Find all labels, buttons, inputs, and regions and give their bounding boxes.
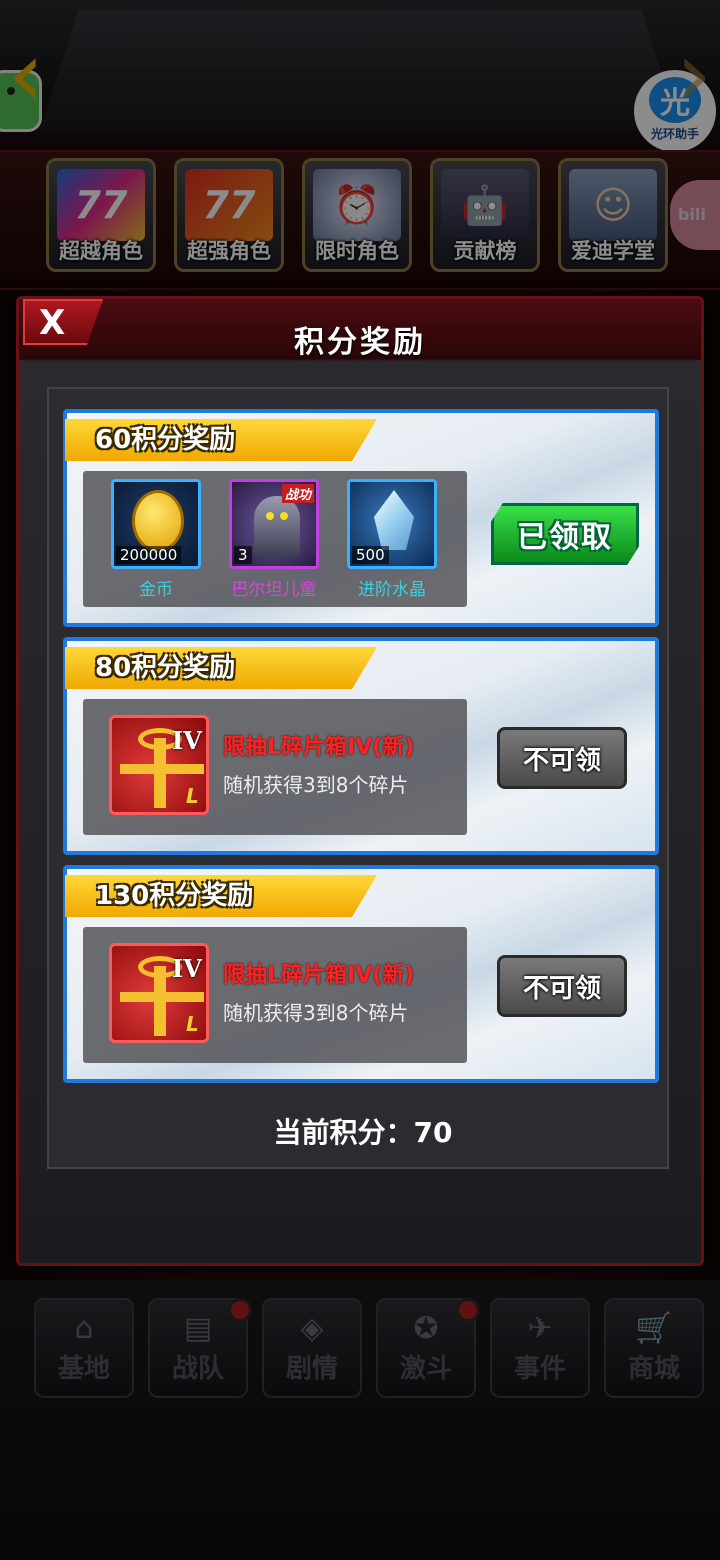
tier-mark: IV — [172, 726, 202, 755]
reward-item-baltan[interactable]: 战功 3 巴尔坦儿童 — [229, 479, 319, 600]
l-mark: L — [186, 784, 199, 808]
claimed-button[interactable]: 已领取 — [491, 503, 639, 565]
item-qty: 3 — [234, 546, 252, 564]
gift-title: 限抽L碎片箱IV(新) — [223, 735, 415, 760]
reward-item-crystal[interactable]: 500 进阶水晶 — [347, 479, 437, 600]
modal-title: 积分奖励 — [294, 325, 426, 360]
reward-banner: 60积分奖励 — [65, 419, 377, 461]
gold-coin-icon — [132, 490, 184, 552]
unavailable-button[interactable]: 不可领 — [497, 955, 627, 1017]
gift-title: 限抽L碎片箱IV(新) — [223, 963, 415, 988]
gift-box-icon[interactable]: IV L — [109, 943, 209, 1043]
l-mark: L — [186, 1012, 199, 1036]
reward-card-60: 60积分奖励 200000 金币 战功 3 巴尔坦儿童 500 进阶水晶 已领取 — [63, 409, 659, 627]
gift-description: 随机获得3到8个碎片 — [223, 773, 409, 797]
reward-items-box: IV L 限抽L碎片箱IV(新) 随机获得3到8个碎片 — [83, 927, 467, 1063]
item-name: 金币 — [139, 580, 173, 600]
reward-item-coin[interactable]: 200000 金币 — [111, 479, 201, 600]
score-label: 当前积分： — [273, 1116, 414, 1149]
reward-card-130: 130积分奖励 IV L 限抽L碎片箱IV(新) 随机获得3到8个碎片 不可领 — [63, 865, 659, 1083]
points-reward-modal: X 积分奖励 60积分奖励 200000 金币 战功 3 巴尔坦儿童 500 进… — [16, 296, 704, 1266]
item-qty: 500 — [352, 546, 389, 564]
gift-box-icon[interactable]: IV L — [109, 715, 209, 815]
reward-items-box: IV L 限抽L碎片箱IV(新) 随机获得3到8个碎片 — [83, 699, 467, 835]
reward-banner: 80积分奖励 — [65, 647, 377, 689]
merit-tag: 战功 — [281, 484, 314, 503]
item-name: 巴尔坦儿童 — [231, 580, 317, 600]
item-name: 进阶水晶 — [358, 580, 426, 600]
reward-card-80: 80积分奖励 IV L 限抽L碎片箱IV(新) 随机获得3到8个碎片 不可领 — [63, 637, 659, 855]
baltan-figure-icon — [254, 496, 300, 558]
reward-items-box: 200000 金币 战功 3 巴尔坦儿童 500 进阶水晶 — [83, 471, 467, 607]
item-qty: 200000 — [116, 546, 182, 564]
reward-banner: 130积分奖励 — [65, 875, 377, 917]
gift-description: 随机获得3到8个碎片 — [223, 1001, 409, 1025]
crystal-icon — [374, 490, 414, 550]
score-value: 70 — [413, 1116, 453, 1149]
unavailable-button[interactable]: 不可领 — [497, 727, 627, 789]
current-score: 当前积分：70 — [19, 1111, 707, 1151]
tier-mark: IV — [172, 954, 202, 983]
